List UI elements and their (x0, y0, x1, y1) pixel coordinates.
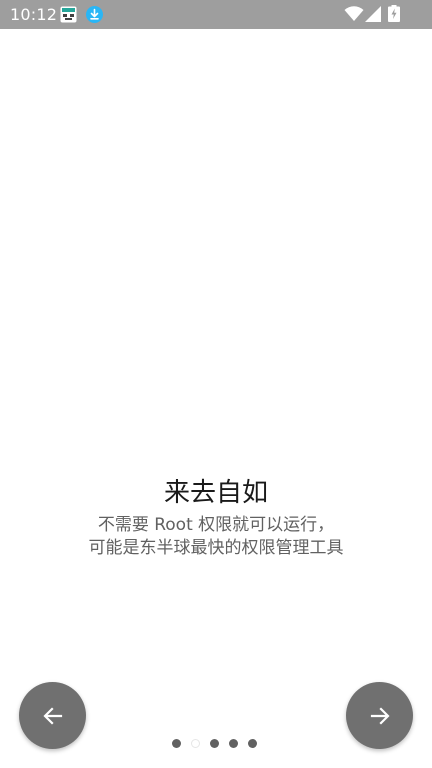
next-button[interactable] (346, 682, 413, 749)
app-notification-icon (60, 6, 77, 23)
battery-charging-icon (388, 5, 400, 22)
onboarding-subtitle: 不需要 Root 权限就可以运行， 可能是东半球最快的权限管理工具 (0, 514, 432, 560)
signal-icon (365, 6, 381, 22)
page-indicator (172, 739, 257, 749)
onboarding-title: 来去自如 (163, 478, 268, 508)
previous-button[interactable] (19, 682, 86, 749)
wifi-icon (344, 6, 364, 21)
page-dot-2-current[interactable] (191, 739, 200, 748)
page-dot-1[interactable] (172, 739, 181, 748)
download-icon (86, 6, 103, 23)
arrow-left-icon (42, 706, 62, 725)
subtitle-line-1: 不需要 Root 权限就可以运行， (97, 515, 335, 535)
page-dot-5[interactable] (248, 739, 257, 748)
status-bar: 10:12 (0, 0, 432, 29)
arrow-right-icon (370, 706, 390, 725)
page-dot-3[interactable] (210, 739, 219, 748)
page-dot-4[interactable] (229, 739, 238, 748)
subtitle-line-2: 可能是东半球最快的权限管理工具 (88, 538, 344, 558)
status-time: 10:12 (10, 5, 58, 24)
